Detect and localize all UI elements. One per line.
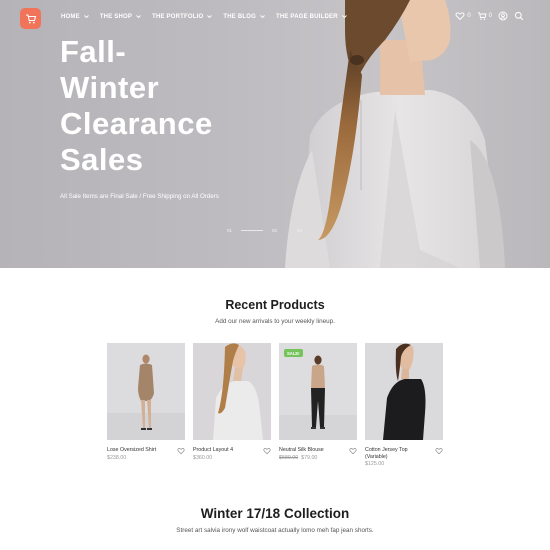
cart-logo[interactable] xyxy=(20,8,41,29)
cart-count: 0 xyxy=(488,13,492,19)
collection-subtitle: Street art salvia irony wolf waistcoat a… xyxy=(176,527,374,534)
heart-icon[interactable] xyxy=(435,447,443,455)
collection-title: Winter 17/18 Collection xyxy=(200,506,350,521)
hero-subtext: All Sale Items are Final Sale / Free Shi… xyxy=(60,193,219,200)
product-name[interactable]: Product Layout 4 xyxy=(193,447,257,454)
nav-the-page-builder[interactable]: THE PAGE BUILDER xyxy=(276,13,348,20)
recent-products-title: Recent Products xyxy=(225,298,325,312)
user-icon xyxy=(498,11,508,21)
product-card: Cotton Jersey Top (Variable) $125.00 xyxy=(365,343,443,467)
slide-1-button[interactable]: 01 xyxy=(227,228,232,233)
chevron-down-icon xyxy=(260,15,265,19)
search-button[interactable] xyxy=(514,11,524,21)
product-price: $125.00 xyxy=(365,461,384,467)
product-name[interactable]: Lose Oversized Shirt xyxy=(107,447,171,454)
chevron-down-icon xyxy=(136,15,141,19)
nav-the-blog[interactable]: THE BLOG xyxy=(223,13,266,20)
slide-2-button[interactable]: 02 xyxy=(272,228,277,233)
cart-button[interactable]: 0 xyxy=(477,11,492,21)
product-price: $589.00 $79.00 xyxy=(279,455,317,461)
slide-3-button[interactable]: 03 xyxy=(297,228,302,233)
slide-progress-line xyxy=(241,230,264,231)
headline-line: Sales xyxy=(60,142,144,177)
cart-icon xyxy=(25,13,36,23)
product-name[interactable]: Neutral Silk Blouse xyxy=(279,447,343,454)
current-price: $79.00 xyxy=(301,455,318,461)
nav-page-builder-label: THE PAGE BUILDER xyxy=(275,13,338,20)
product-price: $360.00 xyxy=(193,455,212,461)
product-card: SALE! Neutral Silk Blouse $589.00 $79.00 xyxy=(279,343,357,461)
nav-the-shop[interactable]: THE SHOP xyxy=(100,13,142,20)
headline-line: Clearance xyxy=(60,106,213,141)
old-price: $589.00 xyxy=(279,455,299,461)
wishlist-count: 0 xyxy=(467,13,471,19)
current-price: $238.00 xyxy=(107,455,127,461)
current-price: $360.00 xyxy=(193,455,213,461)
product-image[interactable] xyxy=(193,343,271,440)
top-navigation-bar: HOME THE SHOP THE PORTFOLIO THE BLOG THE… xyxy=(0,0,550,36)
main-menu: HOME THE SHOP THE PORTFOLIO THE BLOG THE… xyxy=(61,13,348,20)
nav-blog-label: THE BLOG xyxy=(223,13,256,20)
nav-home[interactable]: HOME xyxy=(61,13,90,20)
product-image[interactable] xyxy=(365,343,443,440)
chevron-down-icon xyxy=(207,15,213,19)
hero-headline: Fall- Winter Clearance Sales xyxy=(60,34,213,178)
product-price: $238.00 xyxy=(107,455,126,461)
recent-products-subtitle: Add our new arrivals to your weekly line… xyxy=(215,318,335,325)
headline-line: Winter xyxy=(60,70,160,105)
header-tools: 0 0 xyxy=(455,11,524,21)
product-grid: Lose Oversized Shirt $238.00 Product Lay… xyxy=(107,343,443,467)
product-image[interactable] xyxy=(279,343,357,440)
product-card: Lose Oversized Shirt $238.00 xyxy=(107,343,185,461)
headline-line: Fall- xyxy=(60,34,127,69)
current-price: $125.00 xyxy=(365,461,385,467)
nav-the-portfolio[interactable]: THE PORTFOLIO xyxy=(152,13,213,20)
cart-icon xyxy=(477,12,487,20)
heart-icon xyxy=(455,12,465,21)
search-icon xyxy=(514,11,524,21)
chevron-down-icon xyxy=(83,15,89,19)
chevron-down-icon xyxy=(341,15,347,19)
heart-icon[interactable] xyxy=(263,447,271,455)
nav-home-label: HOME xyxy=(61,13,80,20)
heart-icon[interactable] xyxy=(349,447,357,455)
product-image[interactable] xyxy=(107,343,185,440)
slider-pagination: 01 02 03 xyxy=(227,228,302,233)
nav-portfolio-label: THE PORTFOLIO xyxy=(152,13,204,20)
product-name[interactable]: Cotton Jersey Top (Variable) xyxy=(365,447,429,461)
nav-shop-label: THE SHOP xyxy=(99,13,133,20)
hero-banner: HOME THE SHOP THE PORTFOLIO THE BLOG THE… xyxy=(0,0,550,268)
account-button[interactable] xyxy=(498,11,508,21)
product-card: Product Layout 4 $360.00 xyxy=(193,343,271,461)
heart-icon[interactable] xyxy=(177,447,185,455)
wishlist-button[interactable]: 0 xyxy=(455,11,471,21)
sale-badge: SALE! xyxy=(284,349,303,357)
